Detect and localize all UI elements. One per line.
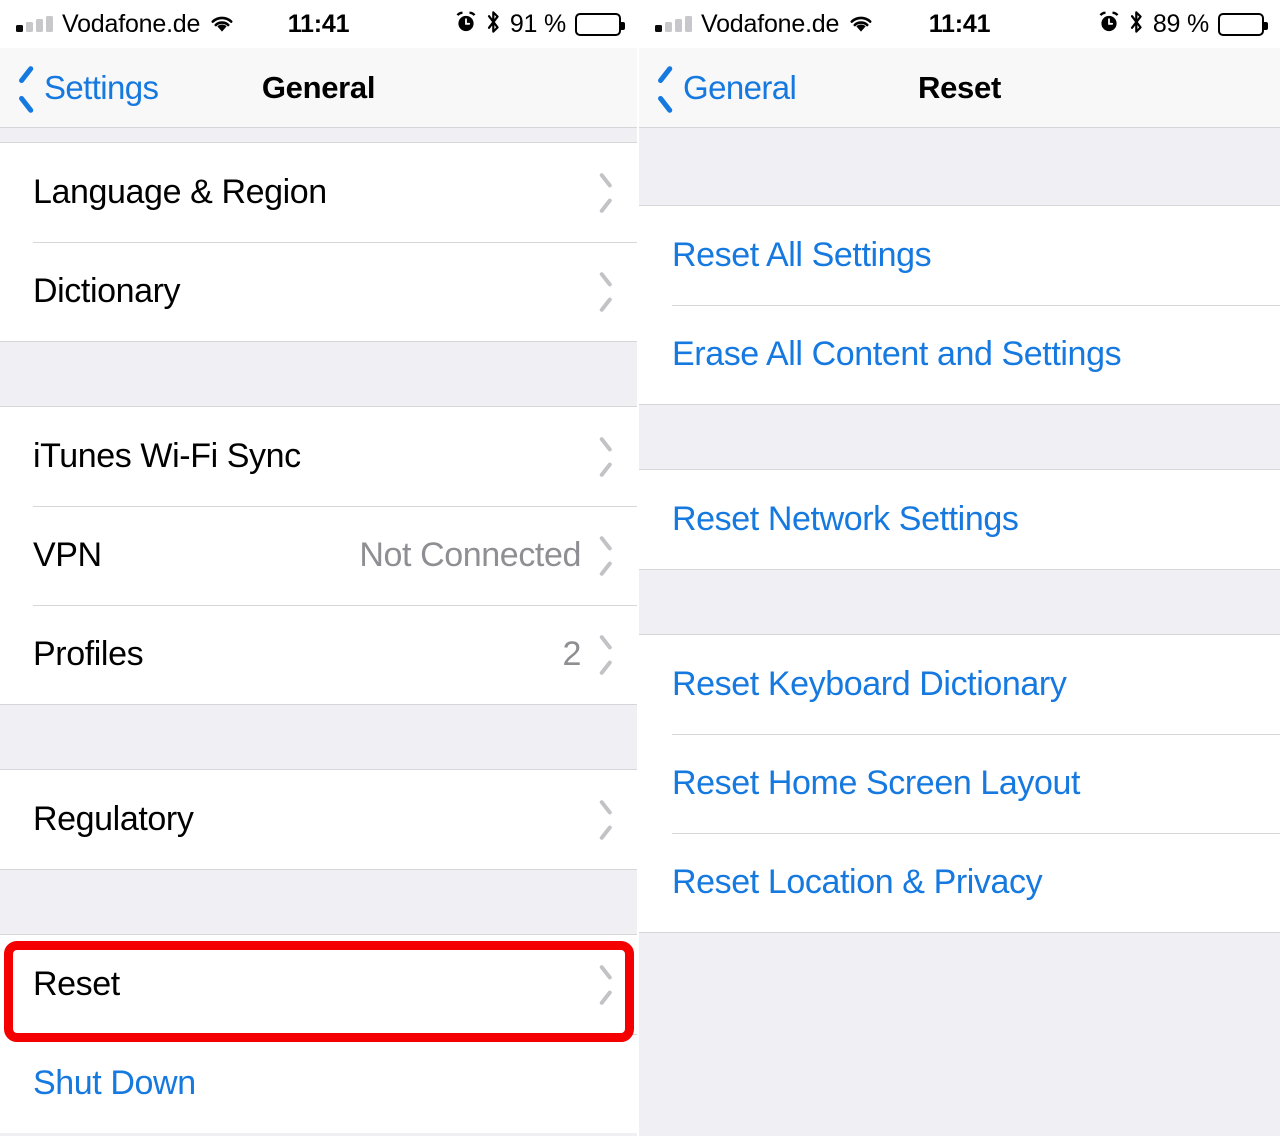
left-status-bar: Vodafone.de 11:41 91 % [0, 0, 637, 48]
battery-percent-label: 91 % [509, 9, 566, 38]
back-button-settings[interactable]: Settings [0, 68, 159, 107]
right-phone-screen: Vodafone.de 11:41 89 % General Reset Res… [639, 0, 1280, 1136]
row-value: 2 [562, 635, 581, 673]
chevron-right-icon [601, 543, 615, 569]
chevron-right-icon [601, 642, 615, 668]
row-label: Reset [33, 965, 120, 1003]
list-item-regulatory[interactable]: Regulatory [0, 770, 637, 869]
right-nav-bar: General Reset [639, 48, 1280, 128]
cellular-signal-icon [16, 15, 53, 32]
back-button-label: Settings [44, 68, 159, 106]
section-gap [0, 869, 637, 935]
section-gap [0, 341, 637, 407]
chevron-right-icon [601, 444, 615, 470]
list-item-erase-all-content-and-settings[interactable]: Erase All Content and Settings [639, 305, 1280, 404]
list-item-reset-home-screen-layout[interactable]: Reset Home Screen Layout [639, 734, 1280, 833]
settings-group-4: Reset Shut Down [0, 935, 637, 1133]
row-label: iTunes Wi-Fi Sync [33, 437, 301, 475]
carrier-label: Vodafone.de [701, 9, 840, 38]
cellular-signal-icon [655, 15, 692, 32]
section-gap [639, 128, 1280, 206]
status-bar-right-group: 89 % [1098, 9, 1268, 39]
wifi-icon [848, 14, 874, 34]
battery-full-icon [575, 12, 625, 36]
chevron-left-icon [18, 72, 37, 104]
list-item-shut-down[interactable]: Shut Down [0, 1034, 637, 1133]
alarm-clock-icon [1098, 11, 1120, 38]
row-label: Regulatory [33, 800, 194, 838]
back-button-general[interactable]: General [639, 68, 797, 107]
bluetooth-icon [1129, 10, 1144, 39]
battery-full-icon [1218, 12, 1268, 36]
chevron-right-icon [601, 279, 615, 305]
row-value: Not Connected [359, 536, 581, 574]
list-item-profiles[interactable]: Profiles 2 [0, 605, 637, 704]
section-gap-bottom [639, 932, 1280, 1136]
status-bar-left-group: Vodafone.de [655, 10, 874, 39]
list-item-vpn[interactable]: VPN Not Connected [0, 506, 637, 605]
row-label: Profiles [33, 635, 144, 673]
settings-group-2: iTunes Wi-Fi Sync VPN Not Connected Prof… [0, 407, 637, 704]
list-item-reset-location-privacy[interactable]: Reset Location & Privacy [639, 833, 1280, 932]
row-label: Language & Region [33, 173, 327, 211]
settings-group-3: Regulatory [0, 770, 637, 869]
section-gap [639, 569, 1280, 635]
alarm-clock-icon [455, 11, 477, 38]
chevron-right-icon [601, 807, 615, 833]
row-label: Reset Location & Privacy [672, 863, 1043, 901]
row-label: Dictionary [33, 272, 181, 310]
right-status-bar: Vodafone.de 11:41 89 % [639, 0, 1280, 48]
row-label: Reset All Settings [672, 236, 932, 274]
carrier-label: Vodafone.de [62, 9, 201, 38]
row-label: Shut Down [33, 1064, 196, 1102]
row-label: Reset Keyboard Dictionary [672, 665, 1067, 703]
row-label: Reset Home Screen Layout [672, 764, 1081, 802]
list-item-itunes-wifi-sync[interactable]: iTunes Wi-Fi Sync [0, 407, 637, 506]
reset-group-2: Reset Network Settings [639, 470, 1280, 569]
left-phone-screen: Vodafone.de 11:41 91 % Settings General … [0, 0, 637, 1136]
list-item-reset-network-settings[interactable]: Reset Network Settings [639, 470, 1280, 569]
bluetooth-icon [486, 10, 501, 39]
right-settings-list: Reset All Settings Erase All Content and… [639, 128, 1280, 1136]
section-gap [0, 704, 637, 770]
chevron-right-icon [601, 972, 615, 998]
reset-group-3: Reset Keyboard Dictionary Reset Home Scr… [639, 635, 1280, 932]
dual-screenshot-comparison: Vodafone.de 11:41 91 % Settings General … [0, 0, 1280, 1136]
chevron-left-icon [657, 72, 676, 104]
status-bar-left-group: Vodafone.de [16, 10, 235, 39]
row-label: Erase All Content and Settings [672, 335, 1122, 373]
reset-group-1: Reset All Settings Erase All Content and… [639, 206, 1280, 404]
battery-percent-label: 89 % [1152, 9, 1209, 38]
wifi-icon [209, 14, 235, 34]
list-item-language-region[interactable]: Language & Region [0, 143, 637, 242]
section-gap [0, 128, 637, 143]
chevron-right-icon [601, 180, 615, 206]
list-item-reset[interactable]: Reset [0, 935, 637, 1034]
list-item-reset-keyboard-dictionary[interactable]: Reset Keyboard Dictionary [639, 635, 1280, 734]
row-label: Reset Network Settings [672, 500, 1019, 538]
section-gap [639, 404, 1280, 470]
list-item-dictionary[interactable]: Dictionary [0, 242, 637, 341]
left-settings-list: Language & Region Dictionary iTunes Wi-F… [0, 128, 637, 1136]
settings-group-1: Language & Region Dictionary [0, 143, 637, 341]
left-nav-bar: Settings General [0, 48, 637, 128]
list-item-reset-all-settings[interactable]: Reset All Settings [639, 206, 1280, 305]
back-button-label: General [683, 68, 797, 106]
status-bar-right-group: 91 % [455, 9, 625, 39]
row-label: VPN [33, 536, 102, 574]
